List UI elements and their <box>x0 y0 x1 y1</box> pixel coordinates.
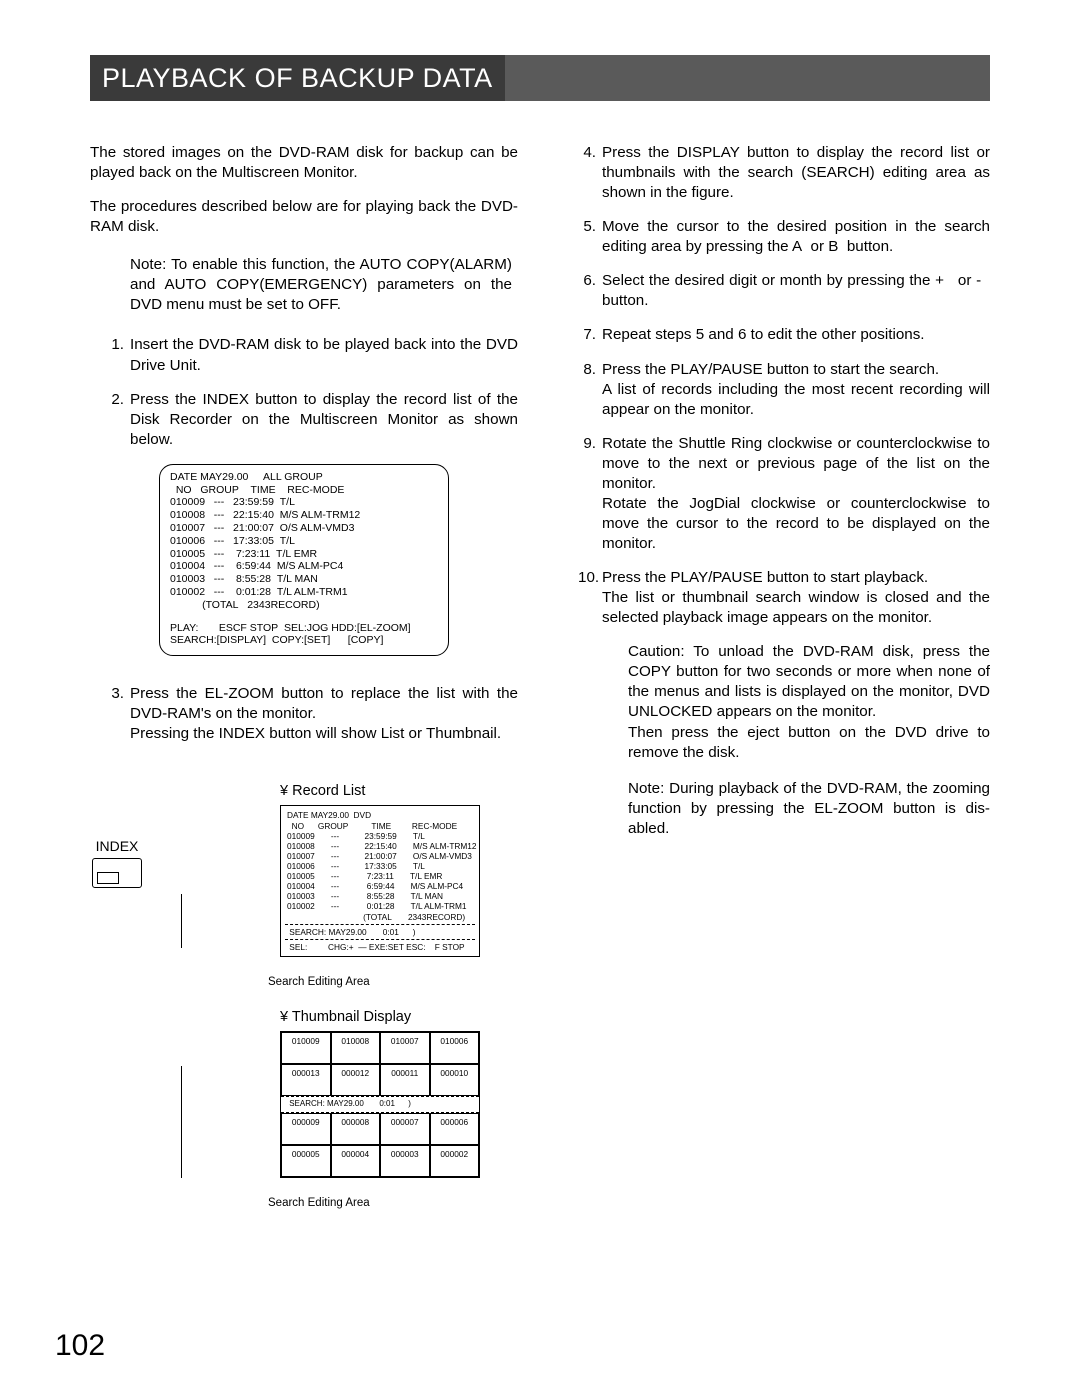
thumb-cell: 010009 <box>281 1032 331 1064</box>
index-label: INDEX <box>92 838 142 854</box>
step-2: 2. Press the INDEX button to display the… <box>106 390 518 450</box>
search-editing-area-label-2: Search Editing Area <box>268 1196 518 1211</box>
thumb-cell: 010006 <box>430 1032 480 1064</box>
thumb-cell: 000010 <box>430 1064 480 1096</box>
step-9: 9. Rotate the Shuttle Ring clockwise or … <box>578 434 990 554</box>
step-6: 6. Select the desired digit or month by … <box>578 271 990 311</box>
thumb-cell: 000007 <box>380 1113 430 1145</box>
step-1: 1. Insert the DVD-RAM disk to be played … <box>106 335 518 375</box>
index-button-illustration: INDEX <box>92 838 142 888</box>
thumb-cell: 000006 <box>430 1113 480 1145</box>
thumb-cell: 000008 <box>331 1113 381 1145</box>
thumb-cell: 000002 <box>430 1145 480 1177</box>
thumb-cell: 010007 <box>380 1032 430 1064</box>
lead-line-icon <box>181 894 182 948</box>
record-list-box: DATE MAY29.00 DVD NO GROUP TIME REC-MODE… <box>280 805 480 956</box>
index-button-icon <box>92 858 142 888</box>
step-3: 3. Press the EL-ZOOM button to replace t… <box>106 684 518 744</box>
note-autocopy: Note: To enable this function, the AUTO … <box>130 255 518 315</box>
page-title: PLAYBACK OF BACKUP DATA <box>90 55 505 101</box>
step-10: 10. Press the PLAY/PAUSE button to start… <box>578 568 990 839</box>
record-list-label: ¥ Record List <box>280 782 518 801</box>
thumb-cell: 000009 <box>281 1113 331 1145</box>
thumb-search-row: SEARCH: MAY29.00 0:01 ) <box>281 1096 479 1113</box>
thumb-cell: 000004 <box>331 1145 381 1177</box>
caution-unload: Caution: To unload the DVD-RAM disk, pre… <box>628 642 990 762</box>
step-8: 8. Press the PLAY/PAUSE button to start … <box>578 360 990 420</box>
thumb-cell: 010008 <box>331 1032 381 1064</box>
thumbnail-grid: 010009 010008 010007 010006 000013 00001… <box>280 1031 480 1178</box>
right-column: 4. Press the DISPLAY button to display t… <box>562 143 990 1229</box>
lead-line-icon <box>181 1066 182 1178</box>
thumbnail-display-label: ¥ Thumbnail Display <box>280 1008 518 1027</box>
thumb-cell: 000013 <box>281 1064 331 1096</box>
step-7: 7. Repeat steps 5 and 6 to edit the othe… <box>578 325 990 345</box>
thumb-cell: 000012 <box>331 1064 381 1096</box>
page-number: 102 <box>55 1329 105 1363</box>
step-4: 4. Press the DISPLAY button to display t… <box>578 143 990 203</box>
thumb-cell: 000011 <box>380 1064 430 1096</box>
intro-p2: The procedures described below are for p… <box>90 197 518 237</box>
intro-p1: The stored images on the DVD-RAM disk fo… <box>90 143 518 183</box>
record-list-screen: DATE MAY29.00 ALL GROUP NO GROUP TIME RE… <box>159 464 449 656</box>
search-editing-area-label-1: Search Editing Area <box>268 975 518 990</box>
thumb-cell: 000005 <box>281 1145 331 1177</box>
left-column: The stored images on the DVD-RAM disk fo… <box>90 143 518 1229</box>
step-5: 5. Move the cursor to the desired positi… <box>578 217 990 257</box>
page-title-bar: PLAYBACK OF BACKUP DATA <box>90 55 990 101</box>
note-zoom-disabled: Note: During playback of the DVD-RAM, th… <box>628 779 990 839</box>
thumb-cell: 000003 <box>380 1145 430 1177</box>
